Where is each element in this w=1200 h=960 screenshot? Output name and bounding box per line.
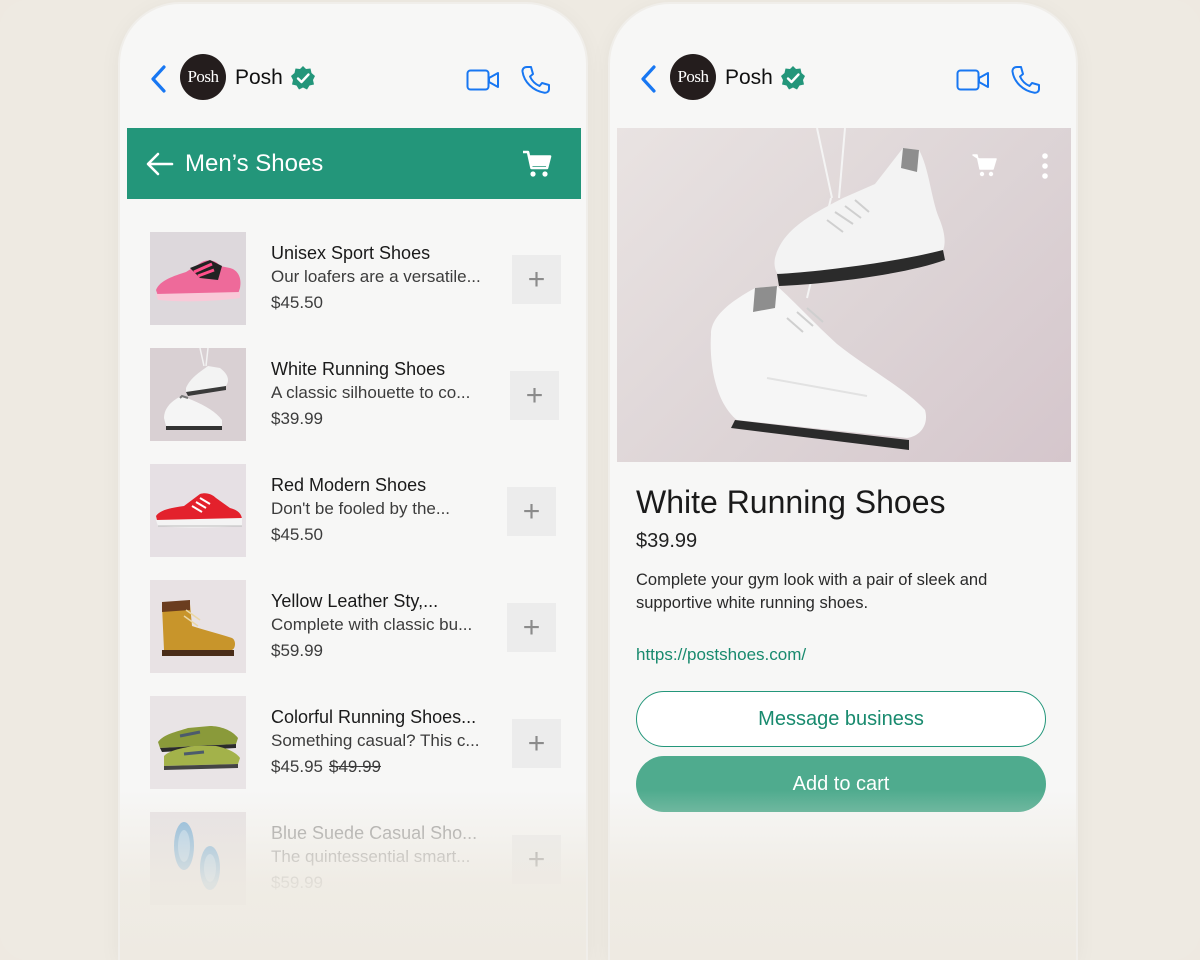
bottom-fade [610,790,1076,960]
product-name: Yellow Leather Sty,... [271,591,439,611]
website-link[interactable]: https://postshoes.com/ [636,645,806,665]
avatar-text: Posh [677,67,709,86]
price-current: $39.99 [271,409,323,428]
arrow-left-icon[interactable] [145,150,175,178]
product-thumbnail [150,696,246,789]
phone-call-icon[interactable] [1010,64,1040,96]
product-description: The quintessential smart... [271,847,471,866]
product-hero-image [617,128,1071,462]
product-price: $45.50 [271,525,323,545]
product-name: Colorful Running Shoes... [271,707,477,727]
product-title: White Running Shoes [636,484,946,520]
product-row[interactable]: Yellow Leather Sty,... Complete with cla… [120,580,586,696]
chat-header: Posh Posh [120,4,586,128]
back-chevron-icon[interactable] [638,64,660,94]
add-to-cart-button[interactable]: + [507,603,556,652]
phone-product-detail: Posh Posh White Running Shoes $39.99 Com… [610,4,1076,960]
price-current: $59.99 [271,641,323,660]
product-name: Blue Suede Casual Sho... [271,823,478,843]
product-thumbnail [150,580,246,673]
plus-icon: + [527,726,546,760]
product-row[interactable]: Unisex Sport Shoes Our loafers are a ver… [120,232,586,348]
business-name[interactable]: Posh [235,66,283,90]
avatar-text: Posh [187,67,219,86]
add-to-cart-button[interactable]: + [512,719,561,768]
verified-badge-icon [781,66,805,90]
product-description: Our loafers are a versatile... [271,267,481,286]
product-price: $39.99 [636,530,698,552]
product-price: $45.50 [271,293,323,313]
price-current: $59.99 [271,873,323,892]
product-name: White Running Shoes [271,359,446,379]
price-current: $45.95 [271,757,323,776]
message-business-label: Message business [758,707,924,730]
product-list: Unisex Sport Shoes Our loafers are a ver… [120,232,586,928]
product-thumbnail [150,348,246,441]
product-thumbnail [150,232,246,325]
add-to-cart-button[interactable]: + [512,255,561,304]
plus-icon: + [527,262,546,296]
add-to-cart-label: Add to cart [792,772,890,795]
plus-icon: + [522,494,541,528]
price-original: $49.99 [329,757,381,776]
avatar[interactable]: Posh [180,54,226,100]
more-options-icon[interactable] [1041,152,1049,180]
verified-badge-icon [291,66,315,90]
product-row[interactable]: Red Modern Shoes Don't be fooled by the.… [120,464,586,580]
message-business-button[interactable]: Message business [636,691,1046,747]
avatar[interactable]: Posh [670,54,716,100]
plus-icon: + [522,610,541,644]
cart-icon[interactable] [521,148,553,180]
white-sneakers-image [710,128,945,450]
product-row[interactable]: White Running Shoes A classic silhouette… [120,348,586,464]
product-price: $59.99 [271,873,323,893]
product-description: Complete with classic bu... [271,615,473,634]
product-price: $45.95 $49.99 [271,757,381,777]
business-name[interactable]: Posh [725,66,773,90]
add-to-cart-button[interactable]: + [512,835,561,884]
catalog-title: Men’s Shoes [185,150,324,177]
product-description: A classic silhouette to co... [271,383,471,402]
phone-catalog: Posh Posh Men’s Shoes Unisex Sport Shoes… [120,4,586,960]
price-current: $45.50 [271,293,323,312]
product-row[interactable]: Colorful Running Shoes... Something casu… [120,696,586,812]
add-to-cart-button[interactable]: Add to cart [636,756,1046,812]
product-thumbnail [150,812,246,905]
product-description: Complete your gym look with a pair of sl… [636,571,988,612]
back-chevron-icon[interactable] [148,64,170,94]
add-to-cart-button[interactable]: + [510,371,559,420]
product-name: Unisex Sport Shoes [271,243,431,263]
product-description: Don't be fooled by the... [271,499,451,518]
catalog-header: Men’s Shoes [127,128,581,199]
product-price: $59.99 [271,641,323,661]
video-call-icon[interactable] [956,68,990,92]
plus-icon: + [525,378,544,412]
add-to-cart-button[interactable]: + [507,487,556,536]
product-price: $39.99 [271,409,323,429]
price-current: $45.50 [271,525,323,544]
cart-icon[interactable] [972,152,998,178]
plus-icon: + [527,842,546,876]
product-description: Something casual? This c... [271,731,480,750]
product-row[interactable]: Blue Suede Casual Sho... The quintessent… [120,812,586,928]
video-call-icon[interactable] [466,68,500,92]
phone-call-icon[interactable] [520,64,550,96]
product-name: Red Modern Shoes [271,475,427,495]
chat-header: Posh Posh [610,4,1076,128]
product-thumbnail [150,464,246,557]
